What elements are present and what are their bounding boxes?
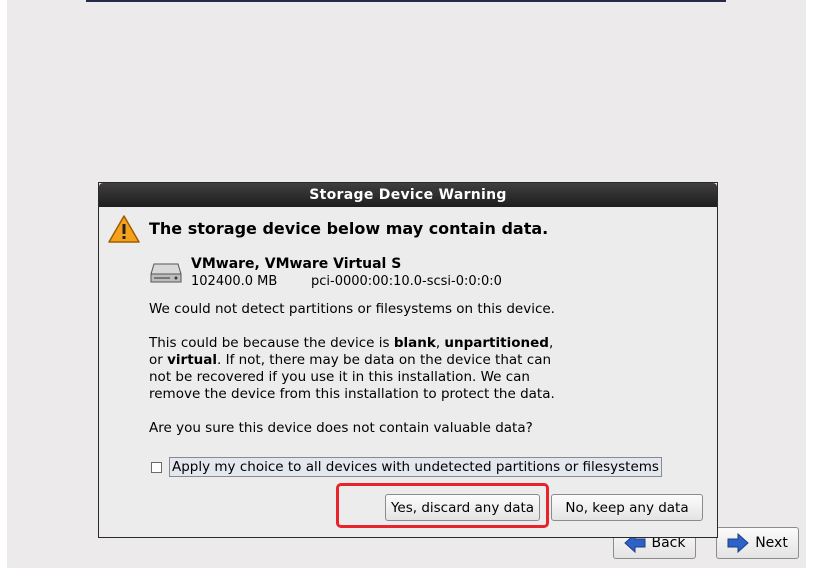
apply-to-all-checkbox[interactable]	[151, 461, 162, 473]
installer-header-bar	[86, 0, 726, 2]
explanation-line-1: This could be because the device is blan…	[149, 335, 555, 352]
explanation-line-2: or virtual. If not, there may be data on…	[149, 352, 555, 369]
confirmation-question: Are you sure this device does not contai…	[149, 420, 533, 436]
warning-icon	[108, 215, 140, 243]
explanation-text: or	[149, 352, 168, 368]
explanation-paragraph: This could be because the device is blan…	[149, 335, 555, 403]
explanation-text: ,	[548, 335, 554, 351]
keep-data-button[interactable]: No, keep any data	[551, 494, 703, 521]
device-path: pci-0000:00:10.0-scsi-0:0:0:0	[311, 274, 502, 289]
hard-disk-icon	[150, 263, 182, 283]
explanation-bold-unpartitioned: unpartitioned	[444, 335, 549, 351]
explanation-bold-blank: blank	[393, 335, 436, 351]
explanation-line-4: remove the device from this installation…	[149, 386, 555, 402]
dialog-headline: The storage device below may contain dat…	[149, 219, 549, 238]
explanation-line-3: not be recovered if you use it in this i…	[149, 369, 530, 385]
detection-message: We could not detect partitions or filesy…	[149, 301, 555, 317]
red-highlight-box	[336, 483, 549, 528]
next-button-label: Next	[755, 535, 788, 551]
dialog-title: Storage Device Warning	[99, 183, 717, 207]
next-arrow-icon	[727, 533, 749, 553]
explanation-bold-virtual: virtual	[167, 352, 217, 368]
explanation-text: This could be because the device is	[149, 335, 394, 351]
apply-to-all-option[interactable]: Apply my choice to all devices with unde…	[151, 457, 662, 477]
apply-to-all-label[interactable]: Apply my choice to all devices with unde…	[169, 457, 662, 477]
device-name: VMware, VMware Virtual S	[191, 256, 402, 272]
next-button[interactable]: Next	[716, 527, 799, 559]
explanation-text: . If not, there may be data on the devic…	[217, 352, 552, 368]
device-size: 102400.0 MB	[191, 274, 278, 289]
